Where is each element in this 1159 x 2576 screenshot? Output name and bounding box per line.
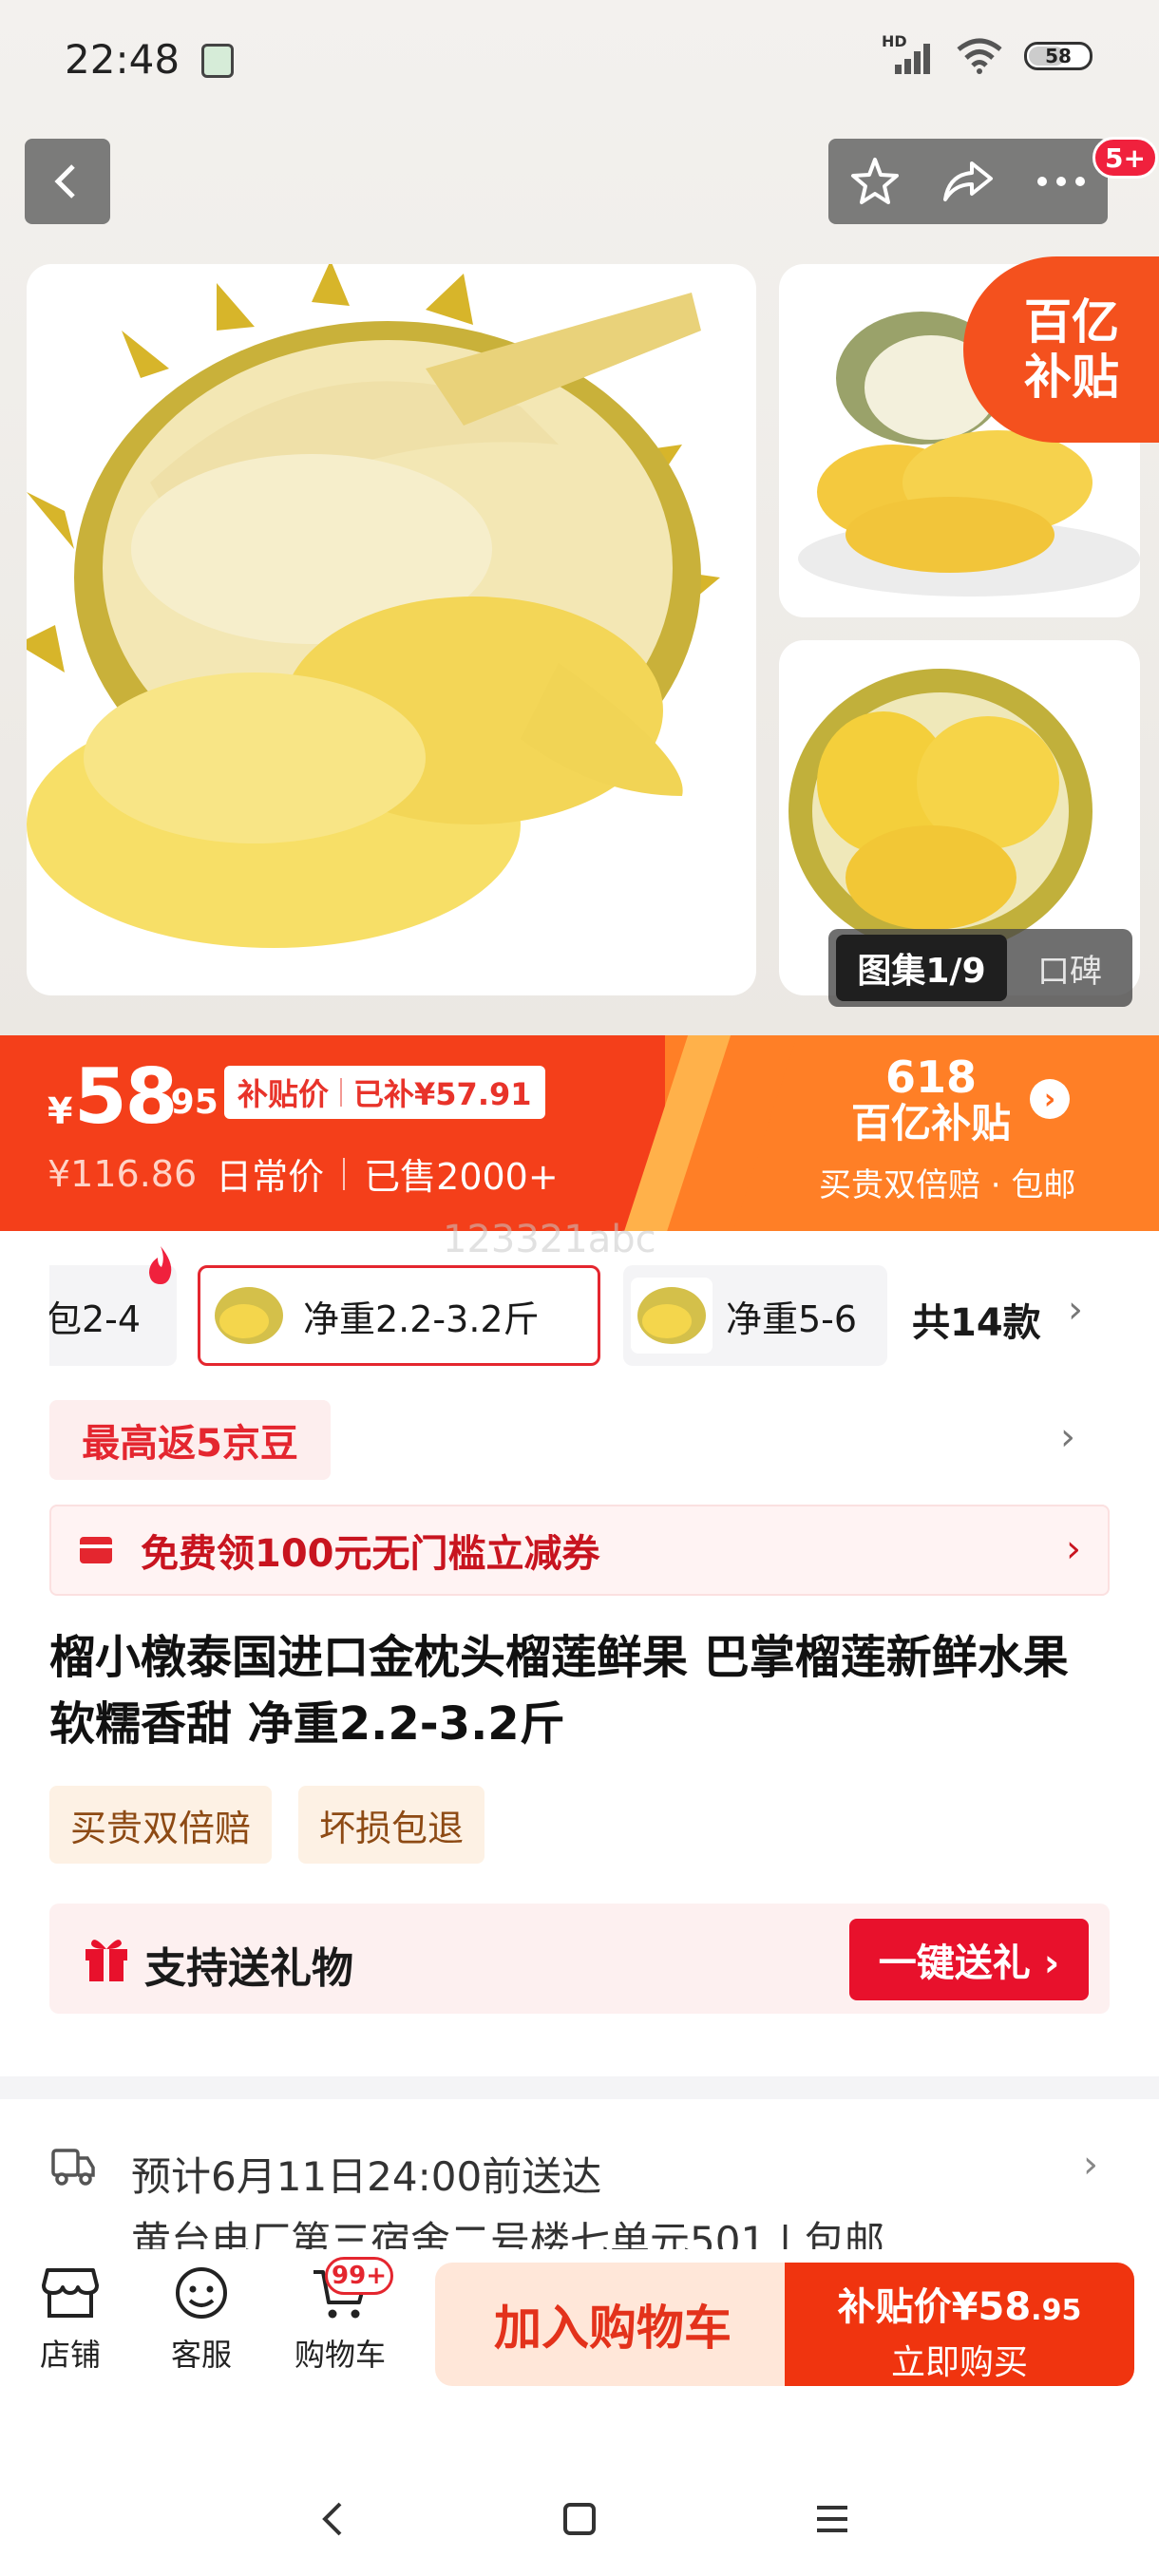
watermark: 123321abc	[443, 1218, 656, 1261]
price-secondary: ¥116.86 日常价 已售2000+	[48, 1147, 559, 1200]
variant-thumb	[208, 1278, 290, 1354]
delivery-address[interactable]: 黄台电厂第三宿舍二号楼七单元501 | 包邮	[131, 2211, 884, 2249]
buy-price-label: 补贴价¥58	[837, 2285, 1032, 2329]
sim-icon	[201, 44, 234, 78]
variant-option-2[interactable]: 净重2.2-3.2斤	[198, 1265, 600, 1366]
status-bar: 22:48 HD 58	[0, 0, 1159, 119]
battery-level: 58	[1045, 45, 1072, 67]
wifi-icon	[957, 38, 1002, 74]
promo-618-subtitle: 买贵双倍赔 · 包邮	[819, 1166, 1076, 1204]
sold-count: 已售2000+	[364, 1156, 559, 1198]
promo-618-number: 618	[884, 1051, 978, 1103]
variant-option-3[interactable]: 净重5-6	[623, 1265, 887, 1366]
promo-618[interactable]: 618 百亿补贴	[817, 1052, 1045, 1146]
promo-618-title: 百亿补贴	[850, 1100, 1011, 1146]
more-icon[interactable]	[1036, 175, 1087, 188]
cart-label: 购物车	[294, 2337, 386, 2373]
star-icon[interactable]	[849, 156, 901, 207]
network-label: HD	[882, 32, 907, 50]
album-tab[interactable]: 图集1/9	[836, 935, 1007, 1001]
chevron-right-icon[interactable]: ›	[1083, 2143, 1098, 2187]
price-banner: ¥ 58 .95 补贴价 已补¥57.91 ¥116.86 日常价 已售2000…	[0, 1035, 1159, 1231]
subsidy-corner-tag: 百亿 补贴	[963, 256, 1159, 443]
product-image-main[interactable]	[27, 264, 756, 995]
durian-main-image	[27, 264, 720, 948]
system-back-icon[interactable]	[314, 2498, 352, 2540]
gift-label: 支持送礼物	[144, 1944, 353, 1993]
original-price: ¥116.86	[48, 1152, 198, 1195]
shop-button[interactable]: 店铺	[13, 2264, 127, 2375]
system-menu-icon[interactable]	[813, 2498, 851, 2540]
top-actions	[828, 139, 1108, 224]
variant-label: 净重2.2-3.2斤	[303, 1297, 540, 1340]
subsidy-label: 补贴价	[238, 1076, 330, 1112]
buy-now-button[interactable]: 补贴价¥58.95 立即购买	[785, 2263, 1134, 2386]
status-indicators: HD 58	[882, 32, 1092, 74]
price-currency: ¥	[48, 1090, 73, 1132]
back-button[interactable]	[25, 139, 110, 224]
subsidy-tag-line1: 百亿	[1024, 294, 1119, 350]
variant-label: 净重5-6	[726, 1297, 858, 1340]
service-tag[interactable]: 买贵双倍赔	[49, 1786, 273, 1864]
coupon-icon	[80, 1537, 112, 1563]
battery-icon: 58	[1024, 42, 1092, 70]
variant-total[interactable]: 共14款	[912, 1292, 1041, 1347]
fire-icon	[149, 1246, 172, 1284]
chevron-right-icon: ›	[1066, 1527, 1081, 1571]
shop-label: 店铺	[39, 2337, 101, 2373]
bottom-action-bar: 店铺 客服 购物车 99+ 加入购物车 补贴价¥58.95 立即购买	[0, 2249, 1159, 2392]
signal-icon: HD	[882, 32, 935, 74]
product-title: 榴小橔泰国进口金枕头榴莲鲜果 巴掌榴莲新鲜水果 软糯香甜 净重2.2-3.2斤	[49, 1631, 1069, 1751]
original-price-label: 日常价	[216, 1156, 325, 1198]
share-icon[interactable]	[941, 158, 995, 205]
buy-now-label: 立即购买	[890, 2343, 1028, 2382]
send-gift-button[interactable]: 一键送礼 ›	[849, 1919, 1089, 2000]
subsidy-amount: 已补¥57.91	[353, 1076, 532, 1112]
status-time: 22:48	[65, 36, 180, 83]
chevron-right-icon[interactable]: ›	[1068, 1288, 1083, 1332]
service-tags: 买贵双倍赔 坏损包退	[49, 1786, 485, 1864]
back-icon	[54, 164, 75, 199]
service-label: 客服	[170, 2337, 232, 2373]
reviews-tab[interactable]: 口碑	[1007, 945, 1132, 992]
delivery-eta[interactable]: 预计6月11日24:00前送达	[131, 2145, 601, 2203]
cart-count-badge: 99+	[325, 2257, 393, 2295]
coupon-banner[interactable]: 免费领100元无门槛立减券 ›	[49, 1505, 1110, 1596]
variant-thumb	[631, 1278, 712, 1354]
price-decimal: .95	[158, 1083, 218, 1122]
gift-icon	[86, 1940, 127, 1981]
coupon-text: 免费领100元无门槛立减券	[141, 1532, 600, 1576]
buy-price-decimal: .95	[1031, 2294, 1082, 2327]
chevron-right-icon[interactable]: ›	[1060, 1415, 1075, 1459]
rebate-badge[interactable]: 最高返5京豆	[49, 1400, 331, 1480]
variant-selector: 包2-4 净重2.2-3.2斤 净重5-6 共14款 ›	[49, 1246, 1113, 1368]
delivery-icon	[51, 2149, 95, 2186]
variant-label: 包2-4	[49, 1297, 142, 1340]
shop-icon	[42, 2268, 99, 2318]
gallery-switch: 图集1/9 口碑	[828, 929, 1132, 1007]
message-badge: 5+	[1092, 137, 1158, 179]
service-button[interactable]: 客服	[144, 2264, 258, 2375]
system-home-icon[interactable]	[560, 2498, 598, 2540]
add-to-cart-button[interactable]: 加入购物车	[435, 2263, 790, 2386]
subsidy-tag-line2: 补贴	[1024, 350, 1119, 405]
chevron-right-icon[interactable]: ›	[1030, 1079, 1070, 1119]
product-gallery[interactable]: 22:48 HD 58 5+ 百亿 补贴 图集1/9 口碑	[0, 0, 1159, 1035]
service-tag[interactable]: 坏损包退	[298, 1786, 485, 1864]
gift-banner: 支持送礼物 一键送礼 ›	[49, 1904, 1110, 2014]
service-icon	[176, 2267, 227, 2319]
section-divider	[0, 2076, 1159, 2099]
subsidy-price-box: 补贴价 已补¥57.91	[224, 1066, 545, 1119]
system-navigation	[0, 2432, 1159, 2576]
